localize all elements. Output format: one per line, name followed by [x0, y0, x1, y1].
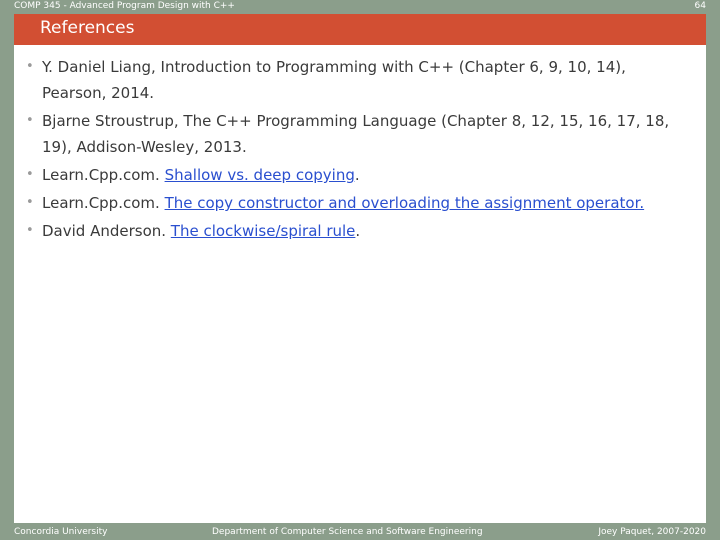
reference-source: David Anderson. — [42, 222, 171, 240]
reference-item: • Learn.Cpp.com. Shallow vs. deep copyin… — [26, 162, 694, 188]
copy-constructor-link[interactable]: The copy constructor and overloading the… — [165, 194, 645, 212]
footer: Concordia University Department of Compu… — [0, 523, 720, 540]
slide-title: References — [40, 18, 135, 38]
course-title: COMP 345 - Advanced Program Design with … — [14, 1, 235, 11]
reference-suffix: . — [354, 166, 360, 184]
reference-item: • Bjarne Stroustrup, The C++ Programming… — [26, 108, 694, 160]
footer-author: Joey Paquet, 2007-2020 — [598, 527, 706, 537]
slide: COMP 345 - Advanced Program Design with … — [0, 0, 720, 540]
title-bar: References — [14, 14, 706, 45]
reference-suffix: . — [355, 222, 361, 240]
reference-item: • Learn.Cpp.com. The copy constructor an… — [26, 190, 694, 216]
reference-text: Bjarne Stroustrup, The C++ Programming L… — [42, 112, 670, 156]
reference-source: Learn.Cpp.com. — [42, 166, 165, 184]
bullet-icon: • — [26, 195, 34, 210]
top-bar: COMP 345 - Advanced Program Design with … — [0, 0, 720, 14]
shallow-deep-copying-link[interactable]: Shallow vs. deep copying — [165, 166, 355, 184]
content-area: • Y. Daniel Liang, Introduction to Progr… — [14, 45, 706, 523]
reference-item: • David Anderson. The clockwise/spiral r… — [26, 218, 694, 244]
reference-text: Y. Daniel Liang, Introduction to Program… — [42, 58, 626, 102]
reference-item: • Y. Daniel Liang, Introduction to Progr… — [26, 54, 694, 106]
footer-university: Concordia University — [14, 527, 108, 537]
reference-list: • Y. Daniel Liang, Introduction to Progr… — [26, 54, 694, 246]
bullet-icon: • — [26, 59, 34, 74]
bullet-icon: • — [26, 113, 34, 128]
footer-department: Department of Computer Science and Softw… — [212, 527, 483, 537]
reference-source: Learn.Cpp.com. — [42, 194, 165, 212]
clockwise-spiral-rule-link[interactable]: The clockwise/spiral rule — [171, 222, 356, 240]
page-number: 64 — [694, 1, 706, 11]
bullet-icon: • — [26, 167, 34, 182]
bullet-icon: • — [26, 223, 34, 238]
